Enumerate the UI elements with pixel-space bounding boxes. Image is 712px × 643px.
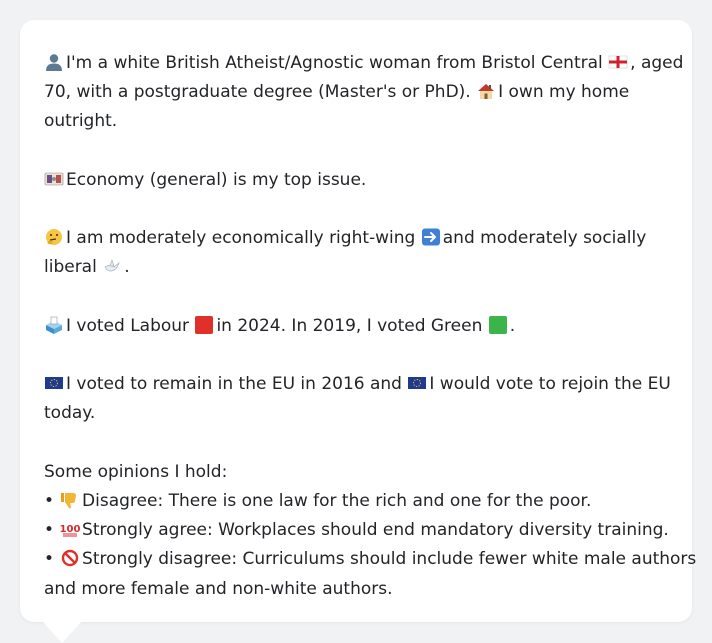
ballot-box-icon [44, 316, 64, 334]
profile-line-3: outright. [44, 111, 118, 132]
right-arrow-icon [421, 228, 441, 246]
eu-flag-icon [407, 374, 427, 392]
ideology-paragraph: I am moderately economically right-wing … [44, 228, 647, 278]
profile-card: I'm a white British Atheist/Agnostic wom… [20, 20, 697, 622]
eu-paragraph: I voted to remain in the EU in 2016 and … [44, 374, 671, 424]
money-bag-icon [44, 170, 64, 188]
svg-text:100: 100 [60, 524, 80, 535]
person-silhouette-icon [44, 53, 64, 71]
hundred-points-icon: 100 [60, 520, 80, 538]
dove-icon [102, 257, 122, 275]
profile-line-2: 70, with a postgraduate degree (Master's… [44, 82, 630, 103]
votes-paragraph: I voted Labour in 2024. In 2019, I voted… [44, 312, 668, 341]
opinions-section: Some opinions I hold: • Disagree: There … [44, 458, 697, 604]
house-icon [476, 82, 496, 100]
profile-paragraph: I'm a white British Atheist/Agnostic wom… [44, 49, 683, 137]
prohibited-icon [60, 549, 80, 567]
top-issue-text: Economy (general) is my top issue. [66, 169, 367, 190]
thumbs-down-icon [60, 491, 80, 509]
opinion-item: • Disagree: There is one law for the ric… [44, 490, 592, 511]
eu-flag-icon [44, 374, 64, 392]
opinion-item: • 100 Strongly agree: Workplaces should … [44, 520, 669, 541]
labour-red-square-icon [194, 315, 214, 334]
top-issue-paragraph: Economy (general) is my top issue. [44, 166, 668, 195]
opinions-heading: Some opinions I hold: [44, 461, 228, 482]
speech-bubble-tail [42, 621, 82, 643]
england-flag-icon [608, 53, 628, 71]
thinking-face-icon [44, 228, 64, 246]
profile-line-1: I'm a white British Atheist/Agnostic wom… [44, 49, 683, 78]
opinion-item: • Strongly disagree: Curriculums should … [44, 549, 697, 570]
green-square-icon [488, 315, 508, 334]
